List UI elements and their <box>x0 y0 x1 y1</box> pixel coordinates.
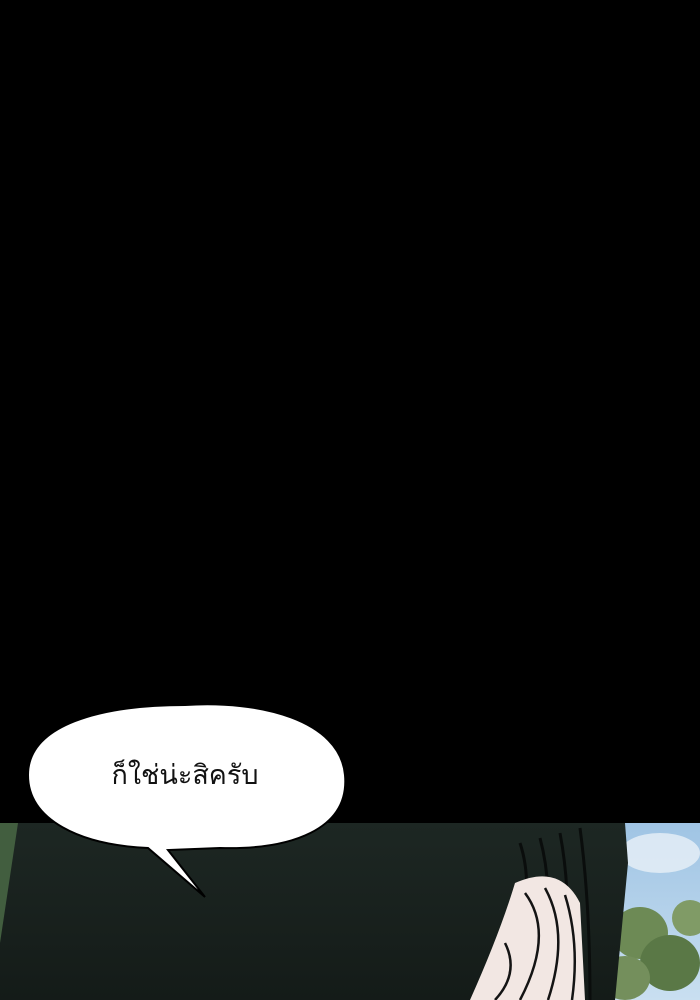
black-panel <box>0 0 700 823</box>
character-scene <box>0 823 700 1000</box>
art-panel <box>0 823 700 1000</box>
comic-page: ก็ใช่น่ะสิครับ <box>0 0 700 1000</box>
speech-bubble-text: ก็ใช่น่ะสิครับ <box>111 760 259 791</box>
